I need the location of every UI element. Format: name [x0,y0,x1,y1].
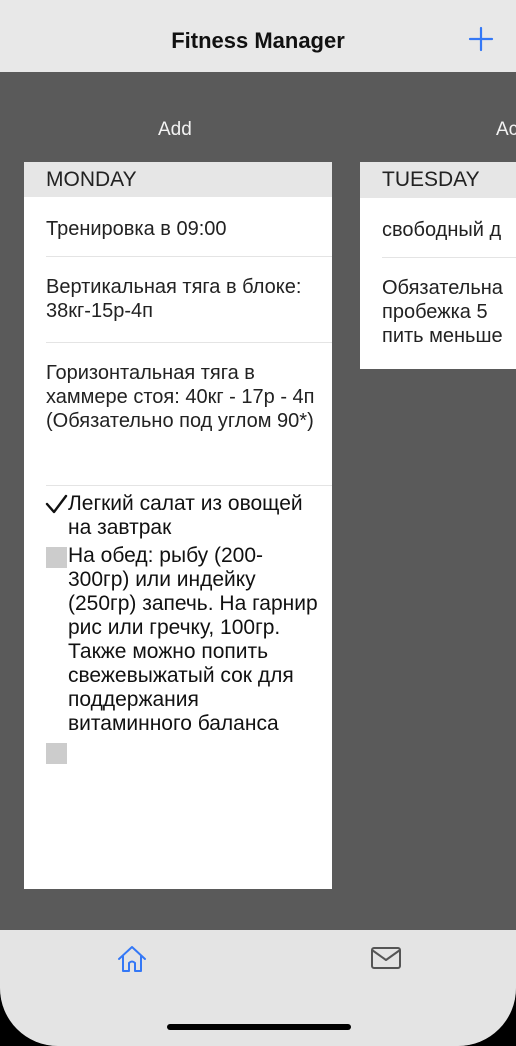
app-screen: Fitness Manager Add Ac MONDAY Тренировка… [0,0,516,1046]
checklist-item[interactable] [24,740,332,768]
checklist-item-text: На обед: рыбу (200-300гр) или индейку (2… [68,544,318,735]
entry-text-line: Обязательна пробежка 5 пить меньше [382,277,503,347]
workout-entry[interactable]: свободный д [382,198,516,258]
checkmark-icon[interactable] [43,493,69,515]
checklist-item[interactable]: На обед: рыбу (200-300гр) или индейку (2… [24,544,332,736]
entry-text: Тренировка в 09:00 [46,218,227,240]
page-title: Fitness Manager [171,28,345,53]
entry-text: свободный д [382,219,502,241]
add-button-monday[interactable]: Add [158,119,192,141]
checklist-item-text: Легкий салат из овощей на завтрак [68,492,303,539]
entry-text: Горизонтальная тяга в хаммере стоя: 40кг… [46,362,315,432]
day-card-tuesday: TUESDAY свободный д Обязательна пробежка … [360,162,516,369]
week-board[interactable]: Add Ac MONDAY Тренировка в 09:00 Вертика… [0,72,516,930]
checkbox[interactable] [46,547,67,568]
plus-icon[interactable] [468,26,494,52]
entry-text: Вертикальная тяга в блоке: 38кг-15р-4п [46,276,302,322]
day-header: TUESDAY [360,162,516,198]
workout-entry[interactable]: Тренировка в 09:00 [46,197,332,257]
mail-icon[interactable] [370,946,402,970]
workout-entry[interactable]: Горизонтальная тяга в хаммере стоя: 40кг… [46,343,332,486]
meal-checklist: Легкий салат из овощей на завтрак На обе… [24,492,332,768]
home-indicator [167,1024,351,1030]
workout-entry[interactable]: Обязательна пробежка 5 пить меньше [382,258,516,348]
entry-text: Обязательна пробежка 5 пить меньше [382,276,516,348]
checkbox[interactable] [46,743,67,764]
tab-bar [0,930,516,1046]
add-button-tuesday[interactable]: Ac [496,119,516,141]
day-card-monday: MONDAY Тренировка в 09:00 Вертикальная т… [24,162,332,889]
home-icon[interactable] [116,944,148,974]
navigation-bar: Fitness Manager [0,0,516,72]
workout-entry[interactable]: Вертикальная тяга в блоке: 38кг-15р-4п [46,257,332,343]
day-header: MONDAY [24,162,332,197]
checklist-item[interactable]: Легкий салат из овощей на завтрак [24,492,332,540]
